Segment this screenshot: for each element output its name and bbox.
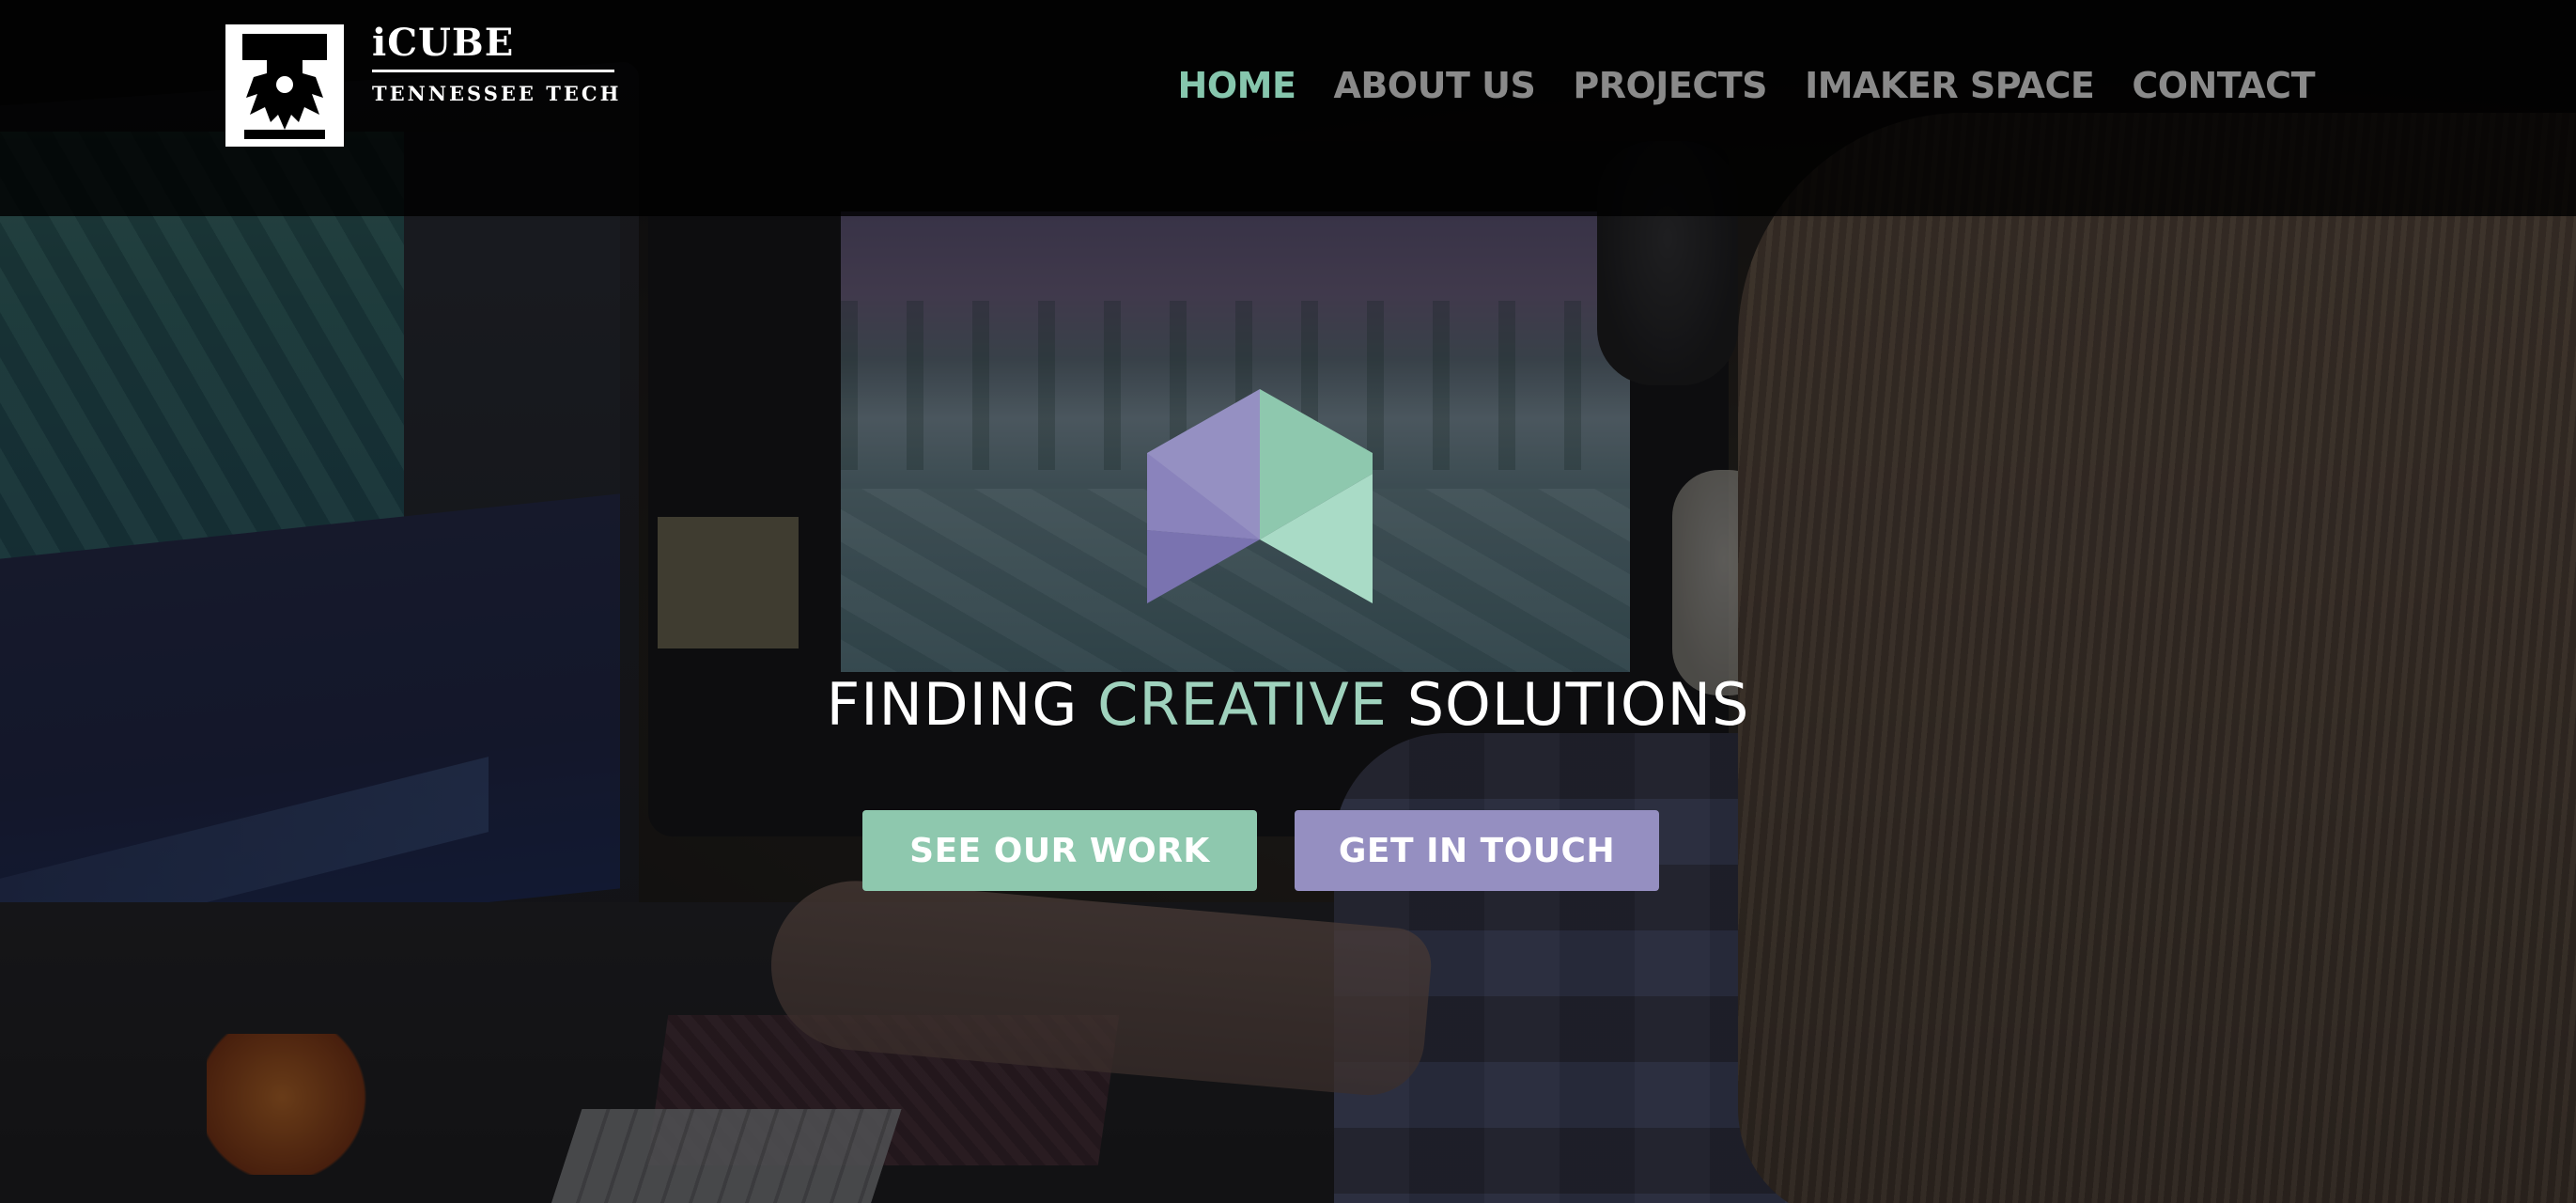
nav-item-projects[interactable]: PROJECTS <box>1573 64 1767 107</box>
see-our-work-button[interactable]: SEE OUR WORK <box>862 810 1257 891</box>
headline-accent: CREATIVE <box>1097 670 1388 739</box>
hero-section: iCUBE TENNESSEE TECH HOME ABOUT US PROJE… <box>0 0 2576 1203</box>
logo-subtitle: TENNESSEE TECH <box>372 82 622 105</box>
site-header: iCUBE TENNESSEE TECH HOME ABOUT US PROJE… <box>0 0 2576 216</box>
get-in-touch-button[interactable]: GET IN TOUCH <box>1295 810 1659 891</box>
site-logo[interactable]: iCUBE TENNESSEE TECH <box>225 24 621 147</box>
logo-title: iCUBE <box>372 24 614 72</box>
hero-headline: FINDING CREATIVE SOLUTIONS <box>0 667 2576 742</box>
nav-item-contact[interactable]: CONTACT <box>2132 64 2315 107</box>
nav-item-imaker-space[interactable]: IMAKER SPACE <box>1805 64 2095 107</box>
cta-row: SEE OUR WORK GET IN TOUCH <box>862 810 1659 891</box>
icube-cube-icon <box>1147 389 1373 603</box>
tennessee-tech-eagle-emblem-icon <box>225 24 344 147</box>
main-nav: HOME ABOUT US PROJECTS IMAKER SPACE CONT… <box>1178 64 2316 107</box>
nav-item-home[interactable]: HOME <box>1178 64 1296 107</box>
nav-item-about-us[interactable]: ABOUT US <box>1333 64 1535 107</box>
headline-part1: FINDING <box>826 670 1098 739</box>
headline-part2: SOLUTIONS <box>1387 670 1750 739</box>
logo-text: iCUBE TENNESSEE TECH <box>372 24 621 105</box>
